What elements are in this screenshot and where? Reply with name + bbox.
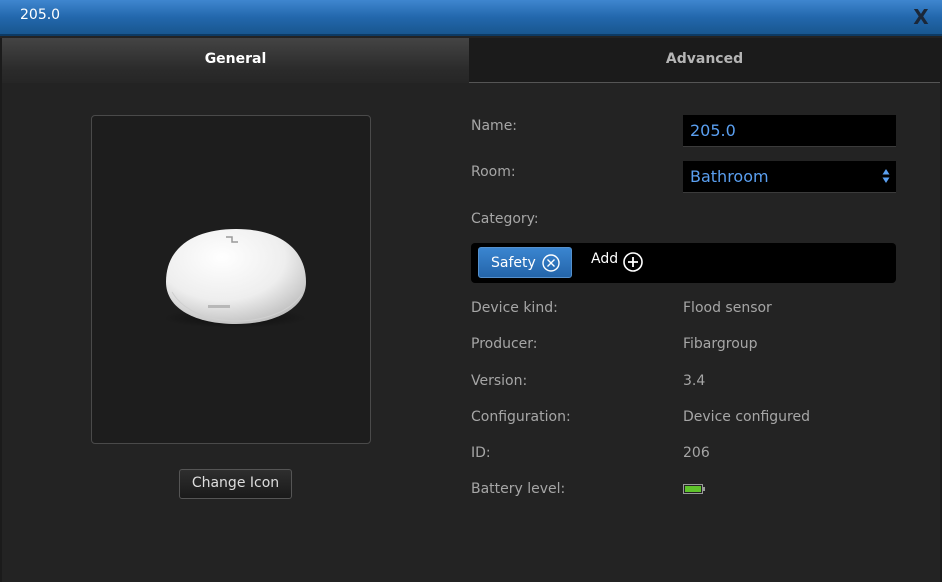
configuration-label: Configuration: [471, 409, 571, 425]
flood-sensor-icon [163, 229, 307, 328]
room-select[interactable]: Bathroom [683, 161, 896, 193]
left-border [0, 38, 2, 582]
chip-label: Safety [491, 255, 536, 271]
id-label: ID: [471, 445, 491, 461]
id-value: 206 [683, 445, 710, 461]
title-bar: 205.0 X [0, 0, 942, 36]
close-button[interactable]: X [910, 4, 932, 30]
name-label: Name: [471, 118, 518, 134]
tab-general[interactable]: General [2, 38, 469, 83]
version-label: Version: [471, 373, 528, 389]
device-icon-frame [91, 115, 371, 444]
select-arrows-icon [882, 169, 890, 183]
device-kind-value: Flood sensor [683, 300, 772, 316]
add-circle-icon [623, 252, 643, 272]
category-chip-safety[interactable]: Safety [478, 247, 572, 278]
name-input[interactable]: 205.0 [683, 115, 896, 147]
tab-advanced[interactable]: Advanced [469, 38, 940, 83]
add-category-button[interactable]: Add [591, 251, 643, 272]
tab-bar: General Advanced [2, 38, 940, 84]
category-box: Safety Add [471, 243, 896, 283]
version-value: 3.4 [683, 373, 706, 389]
battery-full-icon [683, 484, 705, 494]
add-label: Add [591, 251, 619, 267]
remove-circle-icon[interactable] [542, 254, 560, 272]
room-select-value: Bathroom [690, 167, 769, 186]
device-kind-label: Device kind: [471, 300, 558, 316]
producer-value: Fibargroup [683, 336, 758, 352]
producer-label: Producer: [471, 336, 538, 352]
change-icon-button[interactable]: Change Icon [179, 469, 292, 499]
window-title: 205.0 [20, 7, 61, 23]
configuration-value: Device configured [683, 409, 810, 425]
room-label: Room: [471, 164, 516, 180]
battery-level-label: Battery level: [471, 481, 566, 497]
device-dialog: 205.0 X General Advanced Change Icon Nam… [0, 0, 942, 582]
category-label: Category: [471, 211, 539, 227]
